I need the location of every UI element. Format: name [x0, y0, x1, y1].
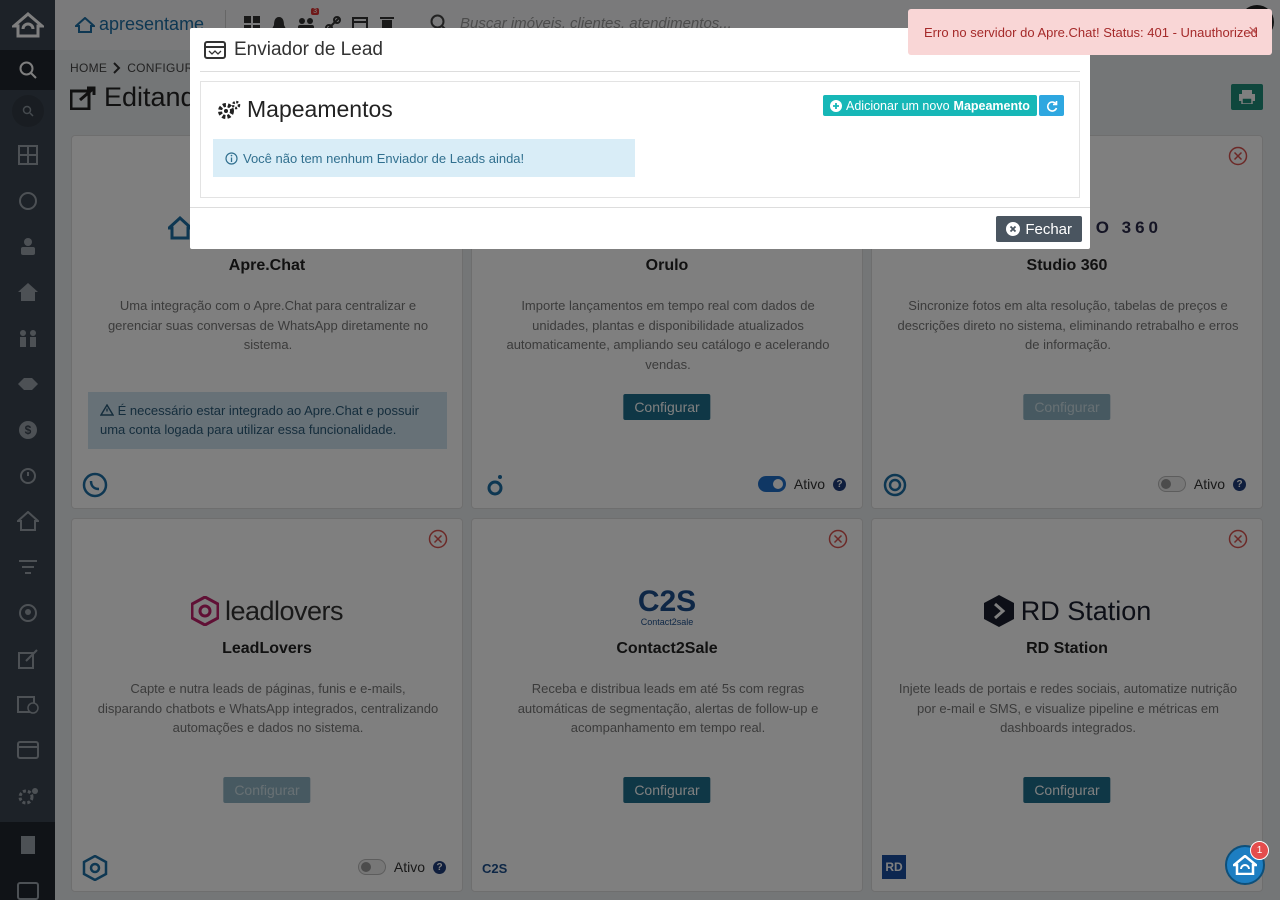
refresh-icon [1046, 100, 1057, 112]
mappings-title-text: Mapeamentos [247, 96, 393, 122]
toast-message: Erro no servidor do Apre.Chat! Status: 4… [924, 24, 1258, 40]
mappings-panel: Mapeamentos Adicionar um novo Mapeamento… [200, 81, 1080, 198]
close-circle-icon [1006, 222, 1021, 236]
info-text: Você não tem nenhum Enviador de Leads ai… [243, 150, 525, 166]
gears-icon [218, 100, 241, 119]
chat-badge: 1 [1250, 841, 1269, 860]
card-icon [204, 40, 226, 59]
close-button[interactable]: Fechar [996, 216, 1082, 242]
lead-sender-modal: Enviador de Lead Mapeamentos Adicionar u… [190, 28, 1090, 249]
modal-backdrop-sidebar [0, 0, 55, 900]
error-toast: Erro no servidor do Apre.Chat! Status: 4… [908, 9, 1272, 55]
toast-close-icon[interactable]: × [1248, 21, 1258, 41]
close-button-label: Fechar [1025, 220, 1072, 238]
modal-title: Enviador de Lead [234, 38, 383, 60]
info-icon [225, 151, 238, 165]
refresh-button[interactable] [1039, 95, 1064, 116]
empty-info-alert: Você não tem nenhum Enviador de Leads ai… [213, 139, 635, 177]
add-mapping-prefix: Adicionar um novo [846, 98, 950, 113]
modal-footer: Fechar [190, 207, 1090, 249]
add-mapping-bold: Mapeamento [953, 98, 1030, 113]
add-mapping-button[interactable]: Adicionar um novo Mapeamento [823, 95, 1037, 116]
mappings-title: Mapeamentos [217, 96, 393, 123]
plus-circle-icon [830, 99, 842, 112]
